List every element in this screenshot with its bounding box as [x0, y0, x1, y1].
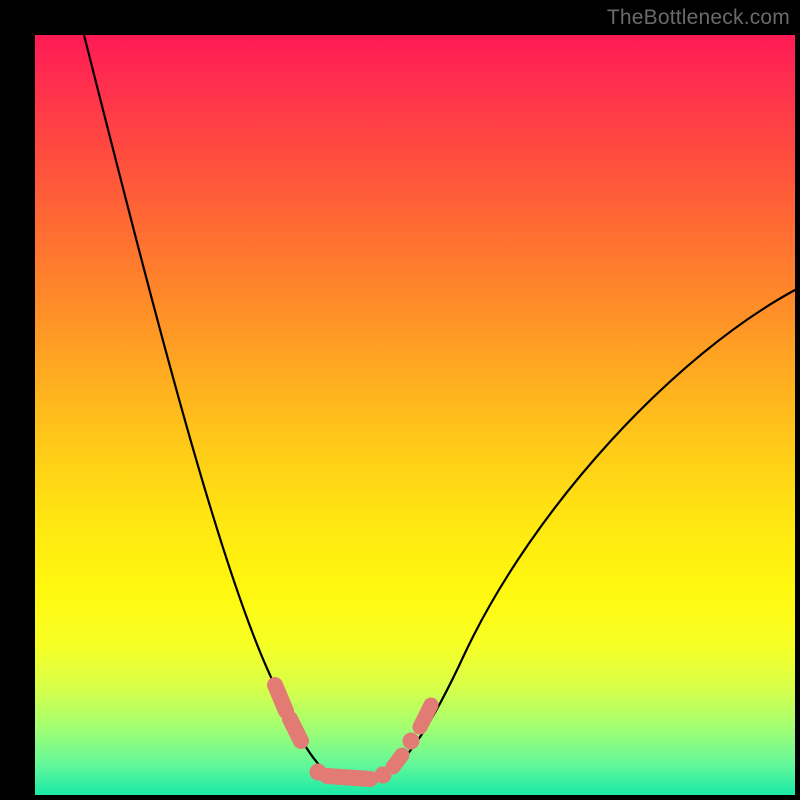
curve-layer — [35, 35, 795, 795]
bottleneck-curve — [84, 35, 795, 781]
chart-container: TheBottleneck.com — [0, 0, 800, 800]
watermark-text: TheBottleneck.com — [607, 6, 790, 30]
plot-area — [35, 35, 795, 795]
valley-markers — [275, 685, 431, 783]
